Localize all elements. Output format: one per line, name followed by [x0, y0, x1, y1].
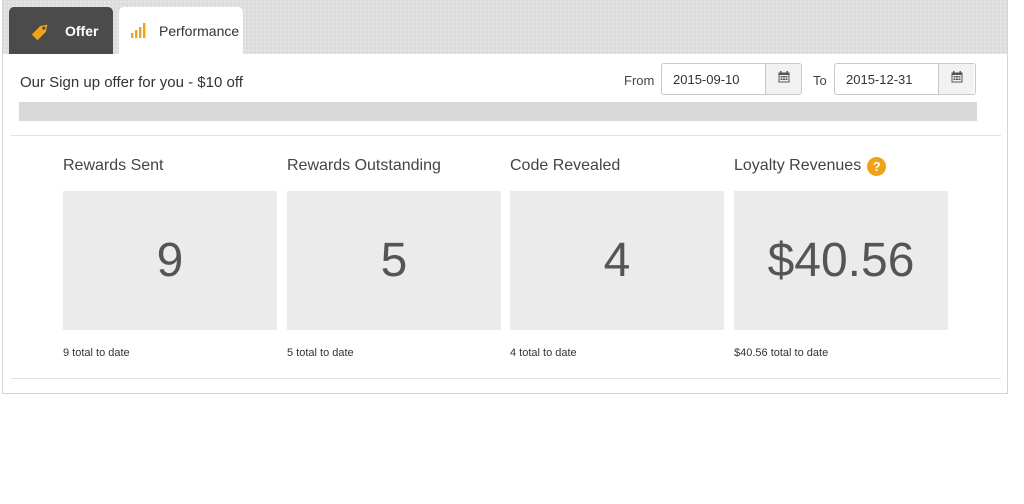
- metric-title-text: Code Revealed: [510, 157, 621, 174]
- offer-title: Our Sign up offer for you - $10 off: [20, 74, 243, 91]
- from-date-input[interactable]: [662, 64, 765, 94]
- metric-subtitle: 5 total to date: [287, 347, 354, 359]
- metric-subtitle: 4 total to date: [510, 347, 577, 359]
- from-date-group: [661, 63, 802, 95]
- tab-bar: Offer Performance: [3, 0, 1007, 54]
- metric-loyalty-revenues: Loyalty Revenues ? $40.56 $40.56 total t…: [734, 155, 948, 359]
- metric-title-text: Loyalty Revenues: [734, 157, 862, 174]
- tab-performance[interactable]: Performance: [119, 7, 243, 54]
- tab-offer-label: Offer: [65, 22, 99, 39]
- metric-value: $40.56: [767, 234, 915, 287]
- metric-code-revealed: Code Revealed 4 4 total to date: [510, 155, 724, 359]
- tab-performance-label: Performance: [159, 22, 240, 39]
- tab-offer[interactable]: Offer: [9, 7, 113, 54]
- offer-progress-bar: [19, 102, 977, 121]
- metric-subtitle: $40.56 total to date: [734, 347, 829, 359]
- metric-subtitle: 9 total to date: [63, 347, 130, 359]
- metric-title-text: Rewards Sent: [63, 157, 164, 174]
- metric-value: 5: [380, 234, 408, 287]
- metric-title: Code Revealed: [510, 155, 724, 177]
- metric-value: 4: [603, 234, 631, 287]
- metric-value-box: 9: [63, 191, 277, 330]
- to-date-group: [834, 63, 976, 95]
- metric-title: Rewards Sent: [63, 155, 277, 177]
- from-label: From: [624, 73, 655, 88]
- divider-bottom: [11, 378, 1001, 379]
- metric-value-box: $40.56: [734, 191, 948, 330]
- divider-top: [11, 135, 1001, 136]
- offer-performance-panel: Offer Performance Our Sign up offer for …: [2, 0, 1008, 394]
- metric-title: Loyalty Revenues ?: [734, 155, 948, 177]
- metric-rewards-outstanding: Rewards Outstanding 5 5 total to date: [287, 155, 501, 359]
- metric-value-box: 4: [510, 191, 724, 330]
- metric-value: 9: [156, 234, 184, 287]
- from-calendar-button[interactable]: [765, 64, 801, 94]
- to-label: To: [813, 73, 827, 88]
- calendar-icon: [951, 70, 963, 88]
- calendar-icon: [778, 70, 790, 88]
- price-tag-icon: [31, 21, 51, 41]
- metric-value-box: 5: [287, 191, 501, 330]
- to-calendar-button[interactable]: [938, 64, 974, 94]
- to-date-input[interactable]: [835, 64, 938, 94]
- help-icon[interactable]: ?: [867, 156, 887, 176]
- metric-title: Rewards Outstanding: [287, 155, 501, 177]
- metric-title-text: Rewards Outstanding: [287, 157, 441, 174]
- bar-chart-icon: [130, 22, 147, 39]
- metric-rewards-sent: Rewards Sent 9 9 total to date: [63, 155, 277, 359]
